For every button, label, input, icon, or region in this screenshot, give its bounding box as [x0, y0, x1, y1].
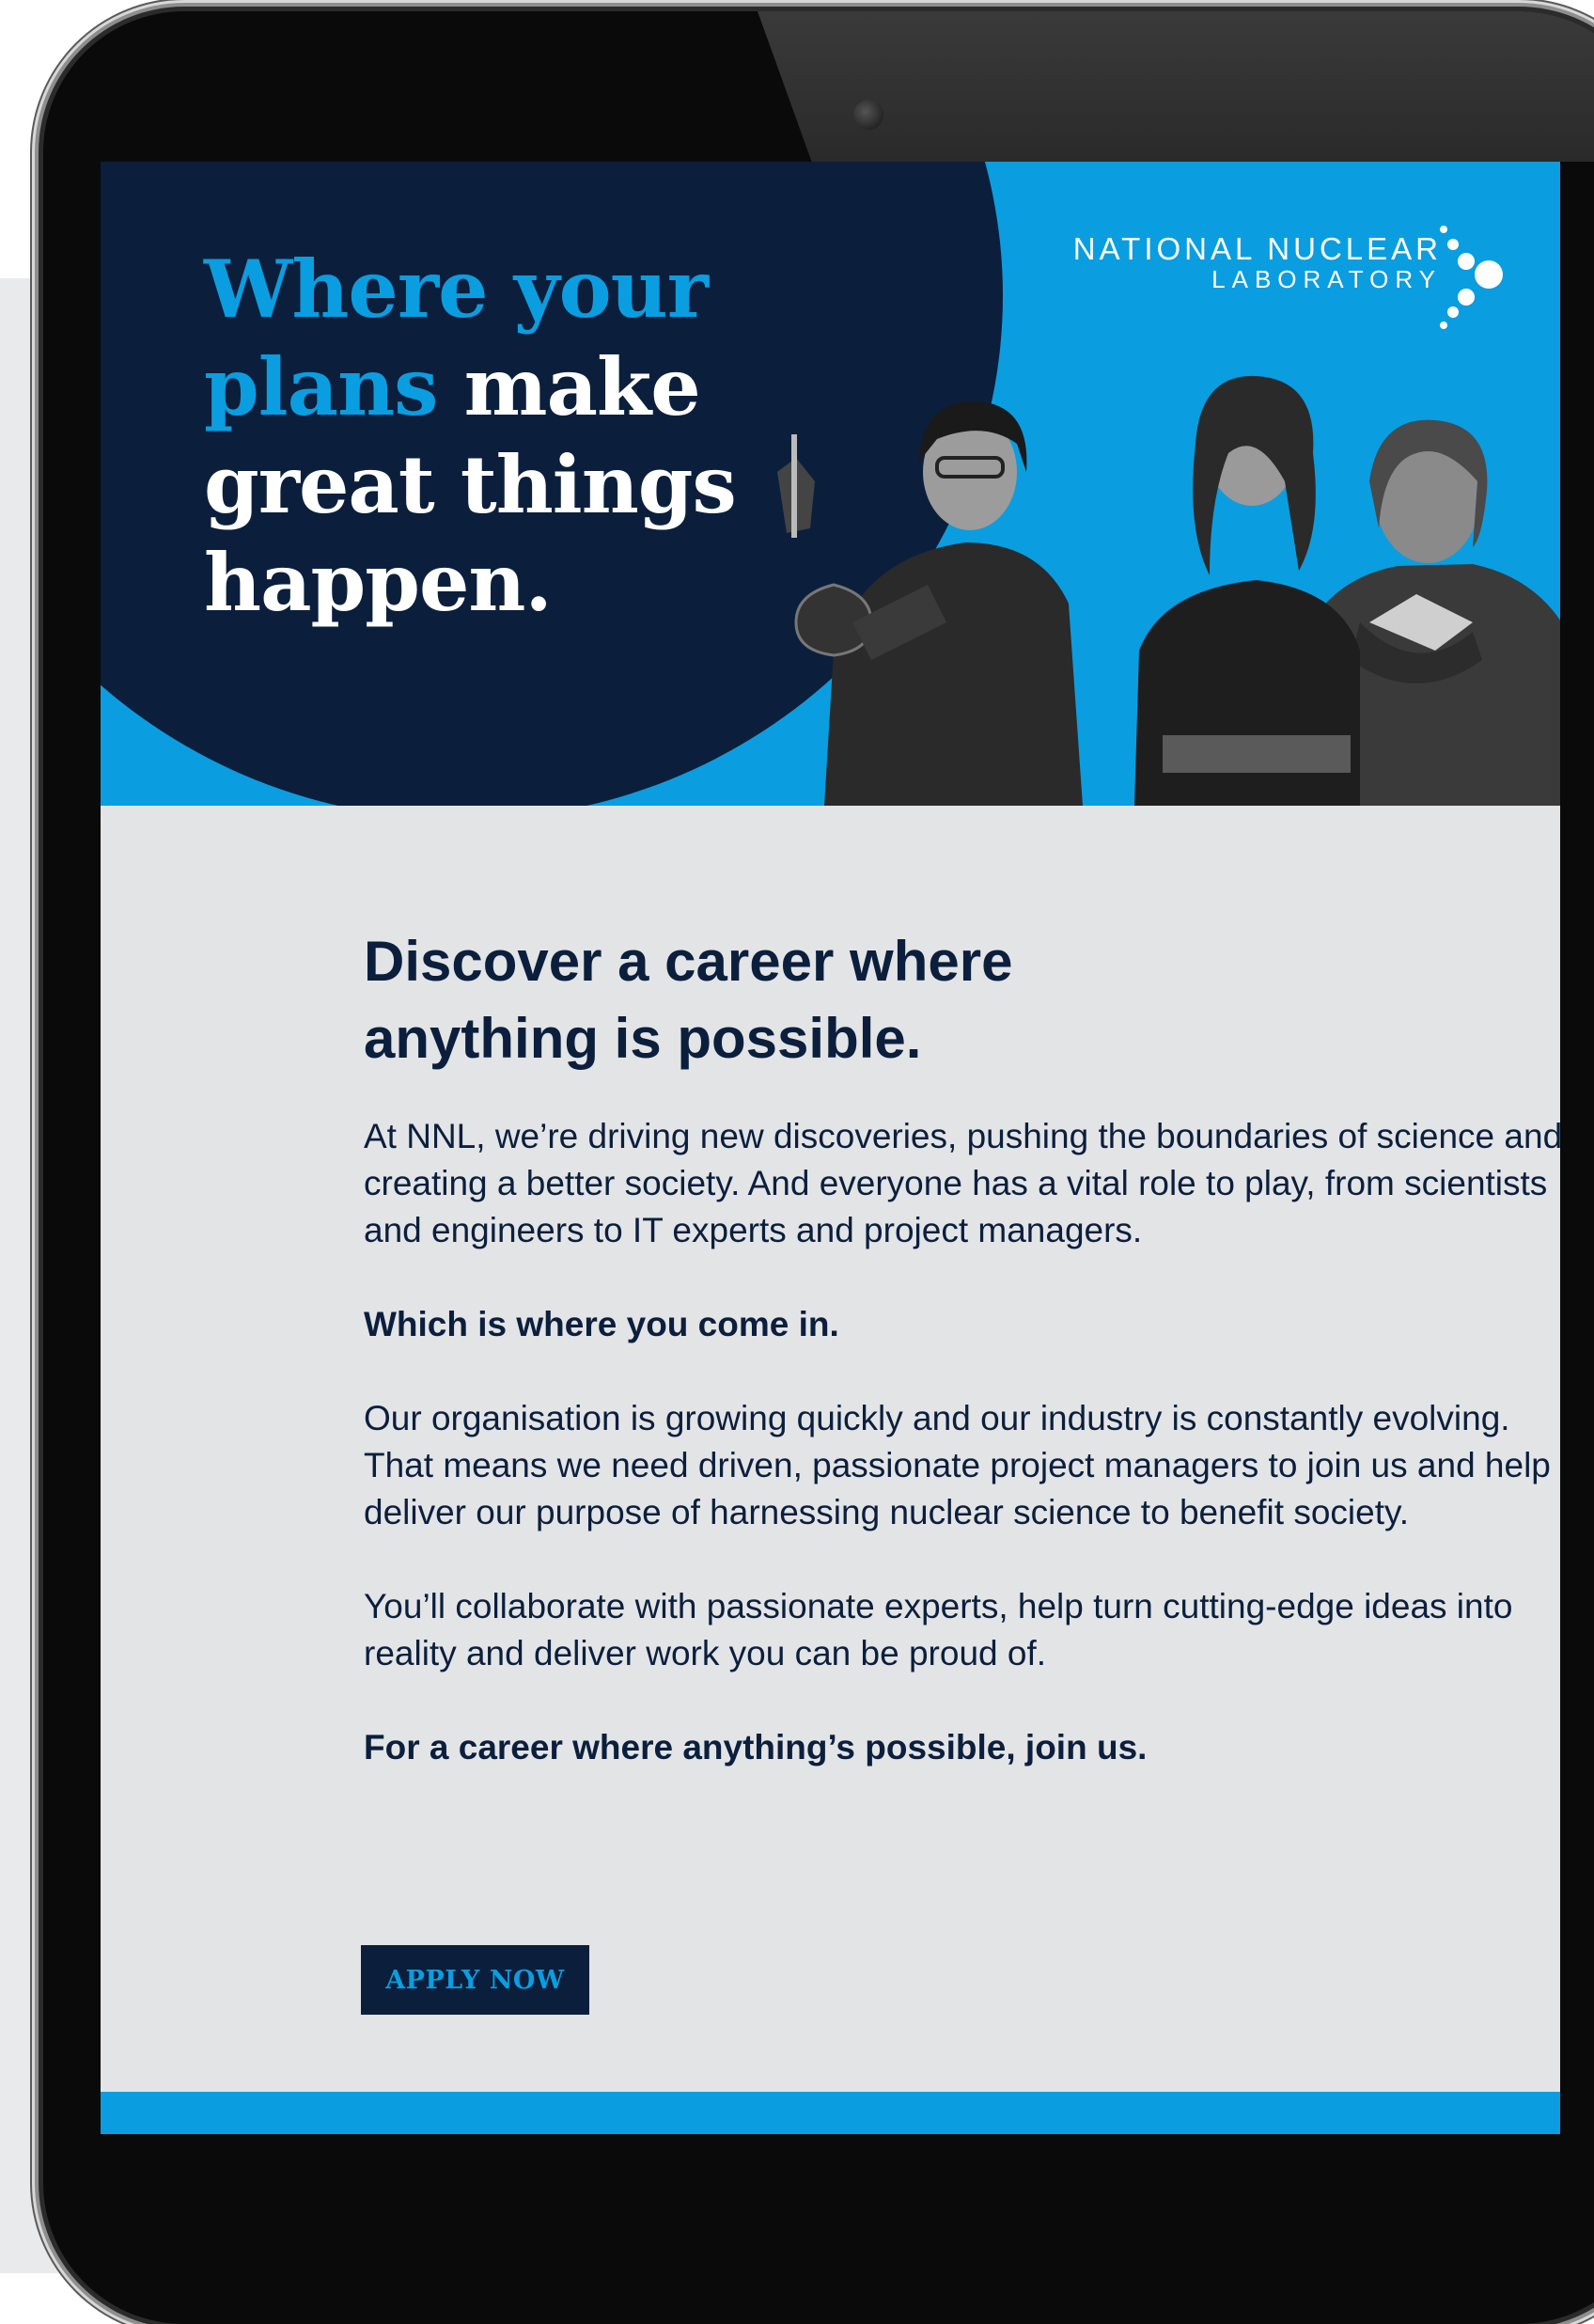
headline-line3: great things	[204, 438, 737, 531]
email-body: Discover a career where anything is poss…	[364, 923, 1560, 1818]
headline-word-make: make	[437, 340, 701, 433]
body-bold-1: Which is where you come in.	[364, 1305, 839, 1343]
nnl-logo: NATIONAL NUCLEAR LABORATORY	[1072, 226, 1503, 329]
hero-headline: Where your plans make great things happe…	[204, 241, 737, 632]
headline-word-plans: plans	[204, 340, 438, 433]
footer-bar	[101, 2092, 1560, 2134]
heading-line2: anything is possible.	[364, 1007, 922, 1070]
team-photo	[777, 375, 1560, 806]
logo-line2: LABORATORY	[1211, 265, 1442, 293]
person-middle	[1134, 375, 1360, 806]
headline-line4: happen.	[204, 536, 553, 629]
apply-now-button[interactable]: APPLY NOW	[361, 1945, 589, 2015]
logo-line1: NATIONAL NUCLEAR	[1072, 231, 1442, 266]
camera-icon	[853, 100, 883, 130]
heading-line1: Discover a career where	[364, 930, 1013, 993]
body-paragraph-2: Our organisation is growing quickly and …	[364, 1399, 1551, 1531]
body-paragraph-1: At NNL, we’re driving new discoveries, p…	[364, 1117, 1560, 1249]
hero-banner: Where your plans make great things happe…	[101, 162, 1560, 806]
headline-line1: Where your	[204, 243, 709, 336]
logo-dots-icon	[1440, 226, 1503, 329]
body-paragraph-3: You’ll collaborate with passionate exper…	[364, 1587, 1513, 1672]
tablet-glass-reflection	[758, 11, 1594, 162]
body-bold-2: For a career where anything’s possible, …	[364, 1728, 1148, 1767]
email-screen: Where your plans make great things happe…	[101, 162, 1560, 2134]
body-heading: Discover a career where anything is poss…	[364, 923, 1560, 1077]
person-left	[777, 400, 1083, 806]
